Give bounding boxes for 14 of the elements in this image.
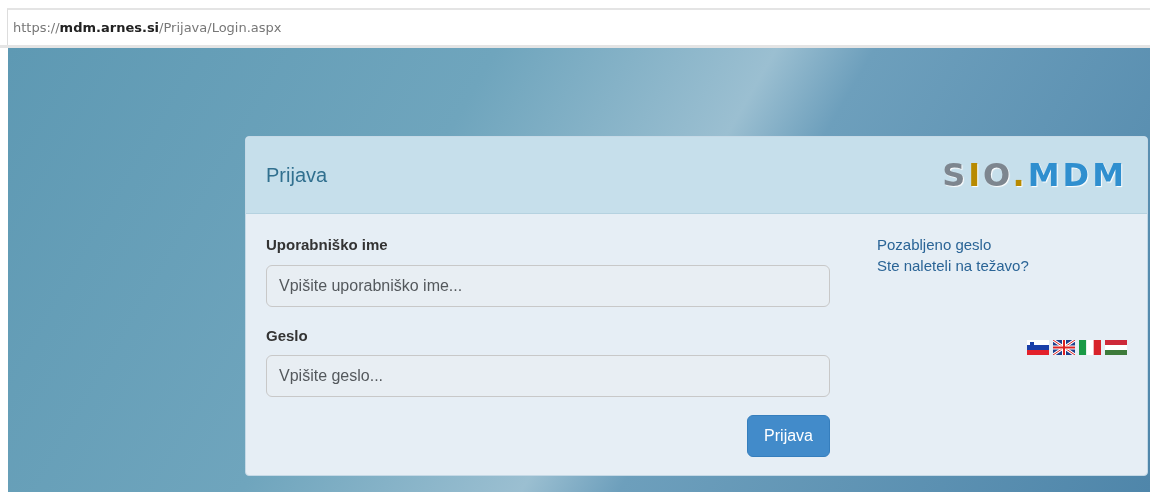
logo: S IO.MDM bbox=[942, 155, 1127, 196]
field-label: Uporabniško ime bbox=[266, 235, 389, 255]
field-label: Geslo bbox=[266, 325, 309, 346]
flag-icon[interactable] bbox=[1079, 340, 1101, 355]
flag-icon[interactable] bbox=[1027, 340, 1049, 355]
address-bar[interactable]: https://mdm.arnes.si/Prijava/Login.aspx bbox=[7, 8, 1150, 45]
flag-icon[interactable] bbox=[1105, 340, 1127, 355]
help-link[interactable]: Ste naleteli na težavo? bbox=[877, 255, 1127, 276]
input-field[interactable]: Vpišite geslo... bbox=[266, 355, 830, 397]
flag-icon[interactable] bbox=[1053, 340, 1075, 355]
help-link[interactable]: Pozabljeno geslo bbox=[877, 234, 1127, 255]
panel-title: Prijava bbox=[266, 163, 328, 188]
input-field[interactable]: Vpišite uporabniško ime... bbox=[266, 264, 830, 307]
login-button[interactable]: Prijava bbox=[747, 415, 830, 457]
